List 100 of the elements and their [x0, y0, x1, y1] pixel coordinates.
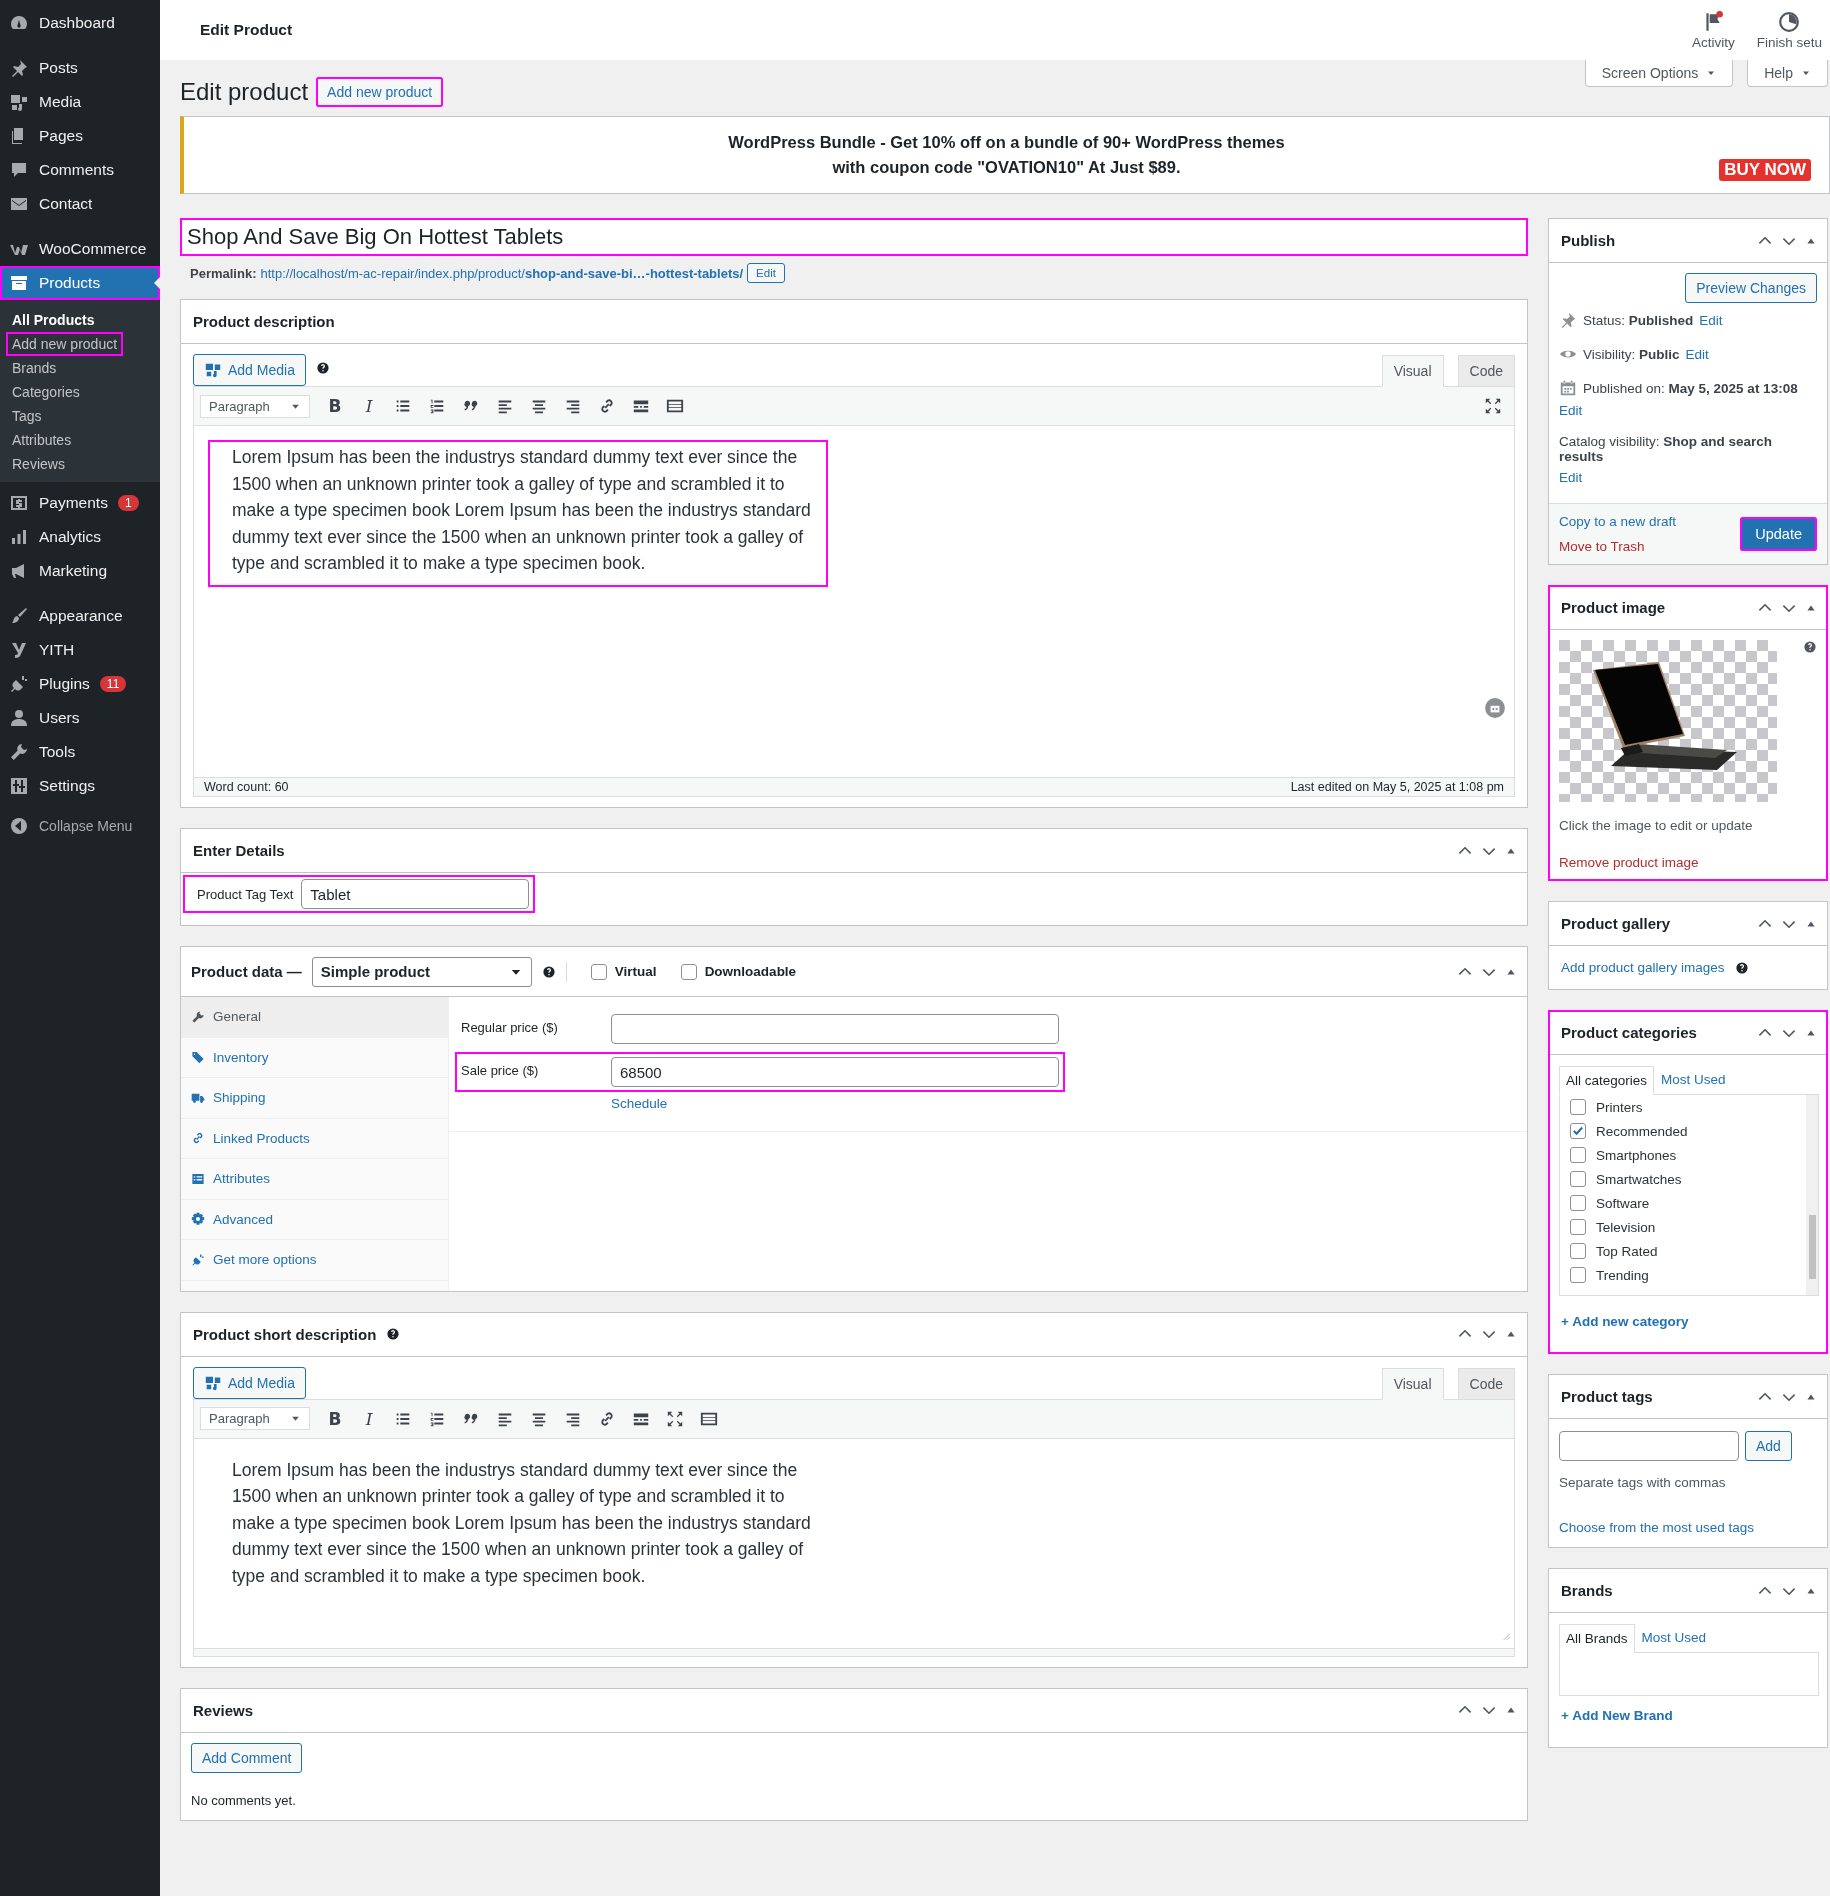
sidebar-item[interactable]: Analytics — [0, 520, 160, 554]
category-label: Trending — [1596, 1267, 1649, 1283]
brand-tab[interactable]: Most Used — [1634, 1623, 1714, 1652]
edit-link[interactable]: Edit — [1685, 346, 1709, 362]
add-gallery-link[interactable]: Add product gallery images — [1561, 960, 1725, 975]
sidebar-item[interactable]: Plugins 11 — [0, 667, 160, 701]
sidebar-item[interactable]: Marketing — [0, 554, 160, 588]
product-data-tab[interactable]: Linked Products — [181, 1118, 448, 1159]
sidebar-item[interactable]: Contact — [0, 187, 160, 221]
checkbox[interactable] — [1570, 1243, 1586, 1259]
sidebar-item[interactable]: Users — [0, 701, 160, 735]
toolbar-item[interactable]: Activity — [1677, 10, 1743, 50]
product-data-tab[interactable]: Attributes — [181, 1159, 448, 1200]
checkbox[interactable] — [1570, 1147, 1586, 1163]
product-data-tab[interactable]: Inventory — [181, 1037, 448, 1078]
publish-info: Catalog visibility: Shop and search results — [1559, 434, 1774, 464]
sidebar-item[interactable]: Appearance — [0, 599, 160, 633]
edit-permalink-button[interactable]: Edit — [747, 263, 785, 283]
category-tab[interactable]: All categories — [1559, 1066, 1655, 1095]
submenu-item[interactable]: Tags — [6, 404, 48, 428]
product-data-tab[interactable]: Shipping — [181, 1078, 448, 1119]
collapse-menu-link[interactable]: Collapse Menu — [39, 818, 133, 834]
product-data-tab[interactable]: General — [181, 997, 448, 1038]
edit-link[interactable]: Edit — [1559, 403, 1583, 418]
banner-text: with coupon code "OVATION10" At Just $89. — [831, 157, 1182, 178]
add-new-product-button[interactable]: Add new product — [316, 77, 444, 107]
sidebar-item[interactable]: Tools — [0, 735, 160, 769]
submenu-item[interactable]: Attributes — [6, 428, 78, 452]
text-field[interactable]: Tablet — [301, 879, 530, 909]
wrench-icon — [9, 742, 29, 762]
format-dropdown[interactable]: Paragraph — [200, 394, 310, 418]
wrench-icon — [191, 1009, 205, 1024]
sidebar-item[interactable]: Media — [0, 85, 160, 119]
sidebar-item[interactable]: Products — [0, 266, 160, 300]
checkbox[interactable] — [1570, 1099, 1586, 1115]
add-media-button[interactable]: Add Media — [193, 1366, 306, 1399]
most-used-tags-link[interactable]: Choose from the most used tags — [1559, 1520, 1755, 1535]
copy-draft-link[interactable]: Copy to a new draft — [1559, 514, 1677, 529]
bold-button[interactable]: B — [320, 1404, 350, 1433]
submenu-item[interactable]: All Products — [6, 308, 101, 332]
edit-link[interactable]: Edit — [1699, 312, 1723, 328]
permalink-link[interactable]: http://localhost/m-ac-repair/index.php/product/shop-and-save-bi…-hottest-tablets/ — [260, 265, 744, 281]
buy-now-button[interactable]: BUY NOW — [1719, 159, 1811, 181]
category-label: Smartwatches — [1596, 1171, 1682, 1187]
panel-title: Product tags — [1561, 1388, 1653, 1405]
italic-button[interactable]: I — [354, 1404, 384, 1433]
add-comment-button[interactable]: Add Comment — [191, 1742, 303, 1773]
empty-message: No comments yet. — [191, 1792, 297, 1808]
sidebar-item[interactable]: Dashboard — [0, 6, 160, 40]
price-field[interactable]: 68500 — [611, 1057, 1059, 1087]
sidebar-item[interactable]: WooCommerce — [0, 232, 160, 266]
schedule-link[interactable]: Schedule — [611, 1096, 1527, 1111]
submenu-item[interactable]: Categories — [6, 380, 86, 404]
editor-tab[interactable]: Code — [1457, 1367, 1515, 1400]
sidebar-item[interactable]: YITH — [0, 633, 160, 667]
sidebar-item[interactable]: Posts — [0, 51, 160, 85]
tag-icon — [191, 1050, 205, 1065]
title-field[interactable]: Shop And Save Big On Hottest Tablets — [180, 218, 1528, 256]
submenu-item[interactable]: Brands — [6, 356, 63, 380]
sidebar-item[interactable]: Comments — [0, 153, 160, 187]
tag-field[interactable] — [1559, 1431, 1739, 1461]
sidebar-item[interactable]: Settings — [0, 769, 160, 803]
category-tab[interactable]: Most Used — [1654, 1065, 1733, 1094]
submenu-item[interactable]: Reviews — [6, 452, 71, 476]
brand-tab[interactable]: All Brands — [1559, 1624, 1635, 1653]
submenu-item[interactable]: Add new product — [6, 332, 124, 356]
update-button[interactable]: Update — [1740, 517, 1817, 551]
add-tag-button[interactable]: Add — [1745, 1431, 1792, 1461]
bold-button[interactable]: B — [320, 392, 350, 420]
edit-link[interactable]: Edit — [1559, 470, 1583, 485]
screen-options-button[interactable]: Screen Options — [1584, 60, 1734, 87]
scrollbar[interactable] — [1806, 1095, 1818, 1295]
brush-icon — [9, 606, 29, 626]
add-brand-link[interactable]: + Add New Brand — [1561, 1708, 1819, 1723]
checkbox[interactable] — [1570, 1123, 1586, 1139]
help-button[interactable]: Help — [1747, 60, 1828, 87]
editor-tab[interactable]: Code — [1457, 355, 1515, 387]
editor-tab[interactable]: Visual — [1381, 1367, 1444, 1400]
add-media-button[interactable]: Add Media — [193, 354, 306, 386]
checkbox[interactable] — [1570, 1219, 1586, 1235]
product-data-tab[interactable]: Advanced — [181, 1199, 448, 1240]
checkbox[interactable] — [1570, 1267, 1586, 1283]
product-type-dropdown[interactable]: Simple product — [311, 956, 532, 987]
sidebar-item[interactable]: Pages — [0, 119, 160, 153]
checkbox[interactable] — [590, 963, 607, 980]
remove-image-link[interactable]: Remove product image — [1559, 855, 1699, 870]
editor-tab[interactable]: Visual — [1381, 355, 1444, 387]
italic-button[interactable]: I — [354, 392, 384, 420]
panel-title: Product data — — [191, 963, 302, 980]
sidebar-item[interactable]: Payments 1 — [0, 486, 160, 520]
checkbox[interactable] — [1570, 1171, 1586, 1187]
preview-button[interactable]: Preview Changes — [1685, 273, 1817, 303]
add-category-link[interactable]: + Add new category — [1561, 1314, 1819, 1329]
price-field[interactable] — [611, 1014, 1059, 1044]
product-data-tab[interactable]: Get more options — [181, 1240, 448, 1281]
checkbox[interactable] — [680, 963, 697, 980]
format-dropdown[interactable]: Paragraph — [200, 1407, 310, 1430]
checkbox[interactable] — [1570, 1195, 1586, 1211]
toolbar-item[interactable]: Finish setu — [1742, 10, 1830, 50]
trash-link[interactable]: Move to Trash — [1559, 539, 1677, 554]
